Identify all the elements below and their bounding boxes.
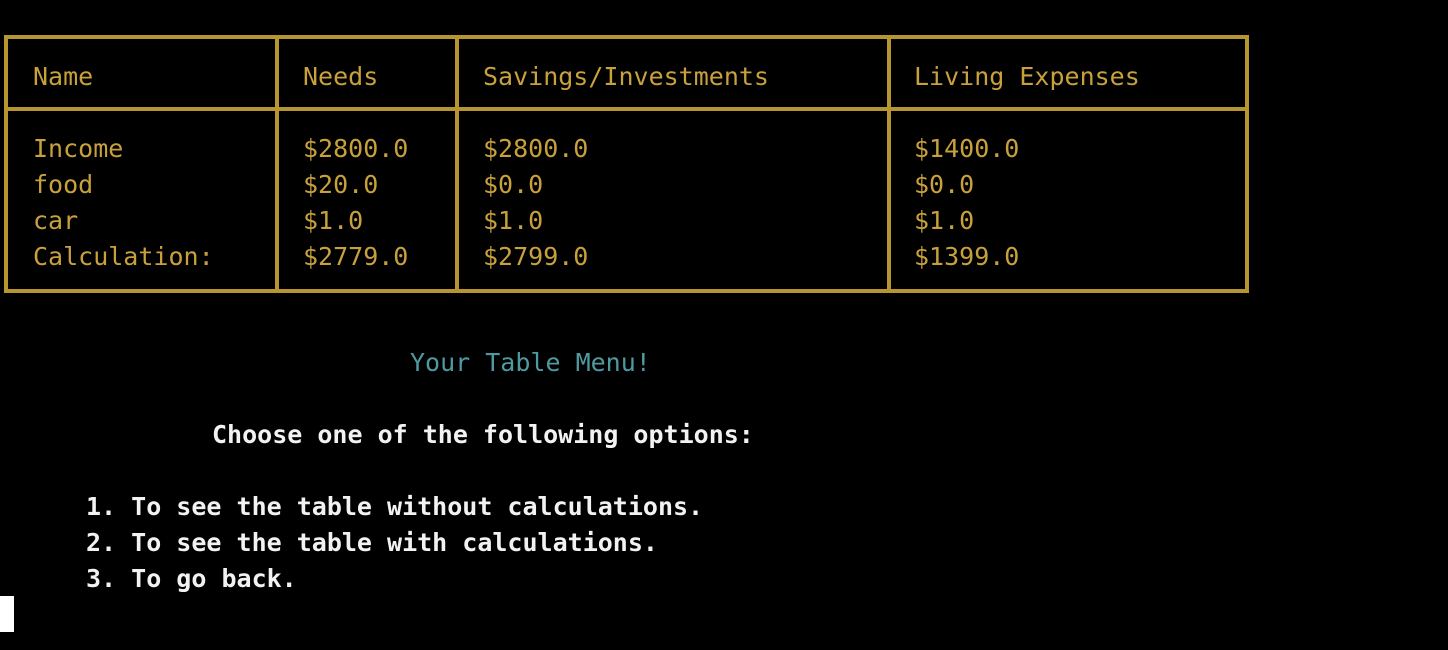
table-cell-name: car [33,206,79,235]
table-header-savings: Savings/Investments [483,62,769,91]
table-header-living-expenses: Living Expenses [914,62,1140,91]
table-cell-needs: $1.0 [303,206,364,235]
table-cell-needs: $20.0 [303,170,379,199]
text-cursor [0,596,14,632]
table-cell-living: $1400.0 [914,134,1020,163]
table-header-name: Name [33,62,94,91]
menu-title: Your Table Menu! [410,348,651,377]
column-divider [887,39,891,289]
table-cell-savings: $2800.0 [483,134,589,163]
table-cell-living: $0.0 [914,170,975,199]
menu-option-without-calculations: 1. To see the table without calculations… [86,492,704,521]
menu-option-with-calculations: 2. To see the table with calculations. [86,528,658,557]
table-cell-name: Calculation: [33,242,214,271]
column-divider [275,39,279,289]
table-cell-needs: $2779.0 [303,242,409,271]
table-header-needs: Needs [303,62,379,91]
table-cell-savings: $0.0 [483,170,544,199]
menu-option-go-back: 3. To go back. [86,564,297,593]
header-divider [8,107,1245,111]
budget-table: Name Needs Savings/Investments Living Ex… [4,35,1249,293]
table-cell-needs: $2800.0 [303,134,409,163]
column-divider [455,39,459,289]
table-cell-name: Income [33,134,124,163]
table-cell-living: $1399.0 [914,242,1020,271]
table-cell-savings: $2799.0 [483,242,589,271]
terminal-window[interactable]: Name Needs Savings/Investments Living Ex… [0,0,1448,650]
table-cell-living: $1.0 [914,206,975,235]
menu-options-list: 1. To see the table without calculations… [86,489,703,597]
menu-prompt: Choose one of the following options: [212,420,754,449]
table-cell-name: food [33,170,94,199]
table-cell-savings: $1.0 [483,206,544,235]
